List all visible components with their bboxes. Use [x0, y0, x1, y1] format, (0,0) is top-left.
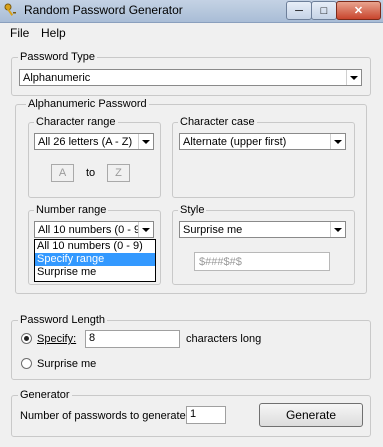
password-type-label: Password Type: [18, 51, 98, 63]
character-range-select[interactable]: All 26 letters (A - Z): [34, 133, 154, 150]
generator-label: Generator: [18, 389, 72, 401]
minimize-button[interactable]: ─: [286, 1, 312, 20]
password-length-label: Password Length: [18, 314, 107, 326]
range-to-label: to: [86, 167, 96, 179]
chevron-down-icon: [138, 134, 153, 149]
keys-icon: [4, 3, 16, 16]
range-to-input[interactable]: Z: [107, 164, 130, 182]
style-label: Style: [178, 204, 207, 216]
close-button[interactable]: ✕: [336, 1, 381, 20]
style-preview-field: $###$#$: [194, 252, 330, 271]
number-range-value: All 10 numbers (0 - 9: [38, 223, 138, 236]
maximize-icon: □: [320, 4, 328, 17]
close-icon: ✕: [353, 5, 364, 17]
style-value: Surprise me: [183, 223, 243, 236]
number-range-dropdown: All 10 numbers (0 - 9) Specify range Sur…: [34, 239, 156, 282]
character-case-select[interactable]: Alternate (upper first): [179, 133, 346, 150]
surprise-radio[interactable]: [21, 358, 32, 369]
style-select[interactable]: Surprise me: [179, 221, 346, 238]
character-case-label: Character case: [178, 116, 257, 128]
specify-radio[interactable]: [21, 333, 32, 344]
length-input[interactable]: 8: [85, 330, 180, 348]
chevron-down-icon: [138, 222, 153, 237]
maximize-button[interactable]: □: [311, 1, 337, 20]
specify-label[interactable]: Specify:: [37, 333, 76, 345]
alphanumeric-label: Alphanumeric Password: [26, 98, 149, 110]
menu-help[interactable]: Help: [41, 26, 66, 40]
generate-button[interactable]: Generate: [259, 403, 363, 427]
length-suffix: characters long: [186, 333, 262, 345]
dropdown-option[interactable]: All 10 numbers (0 - 9): [35, 240, 155, 253]
password-length-group: [11, 320, 371, 380]
surprise-label[interactable]: Surprise me: [37, 358, 96, 370]
password-type-value: Alphanumeric: [23, 71, 91, 84]
chevron-down-icon: [330, 222, 345, 237]
count-input[interactable]: 1: [186, 406, 226, 424]
dropdown-option-selected[interactable]: Specify range: [35, 253, 155, 266]
menu-file[interactable]: File: [10, 26, 29, 40]
range-from-input[interactable]: A: [51, 164, 74, 182]
count-label: Number of passwords to generate:: [20, 410, 189, 422]
character-range-label: Character range: [34, 116, 118, 128]
character-range-value: All 26 letters (A - Z): [38, 135, 133, 148]
dropdown-option[interactable]: Surprise me: [35, 266, 155, 279]
minimize-icon: ─: [295, 4, 303, 17]
chevron-down-icon: [346, 70, 361, 85]
number-range-label: Number range: [34, 204, 109, 216]
character-case-value: Alternate (upper first): [183, 135, 287, 148]
window-title: Random Password Generator: [24, 3, 183, 17]
number-range-select[interactable]: All 10 numbers (0 - 9: [34, 221, 154, 238]
password-type-select[interactable]: Alphanumeric: [19, 69, 362, 86]
chevron-down-icon: [330, 134, 345, 149]
